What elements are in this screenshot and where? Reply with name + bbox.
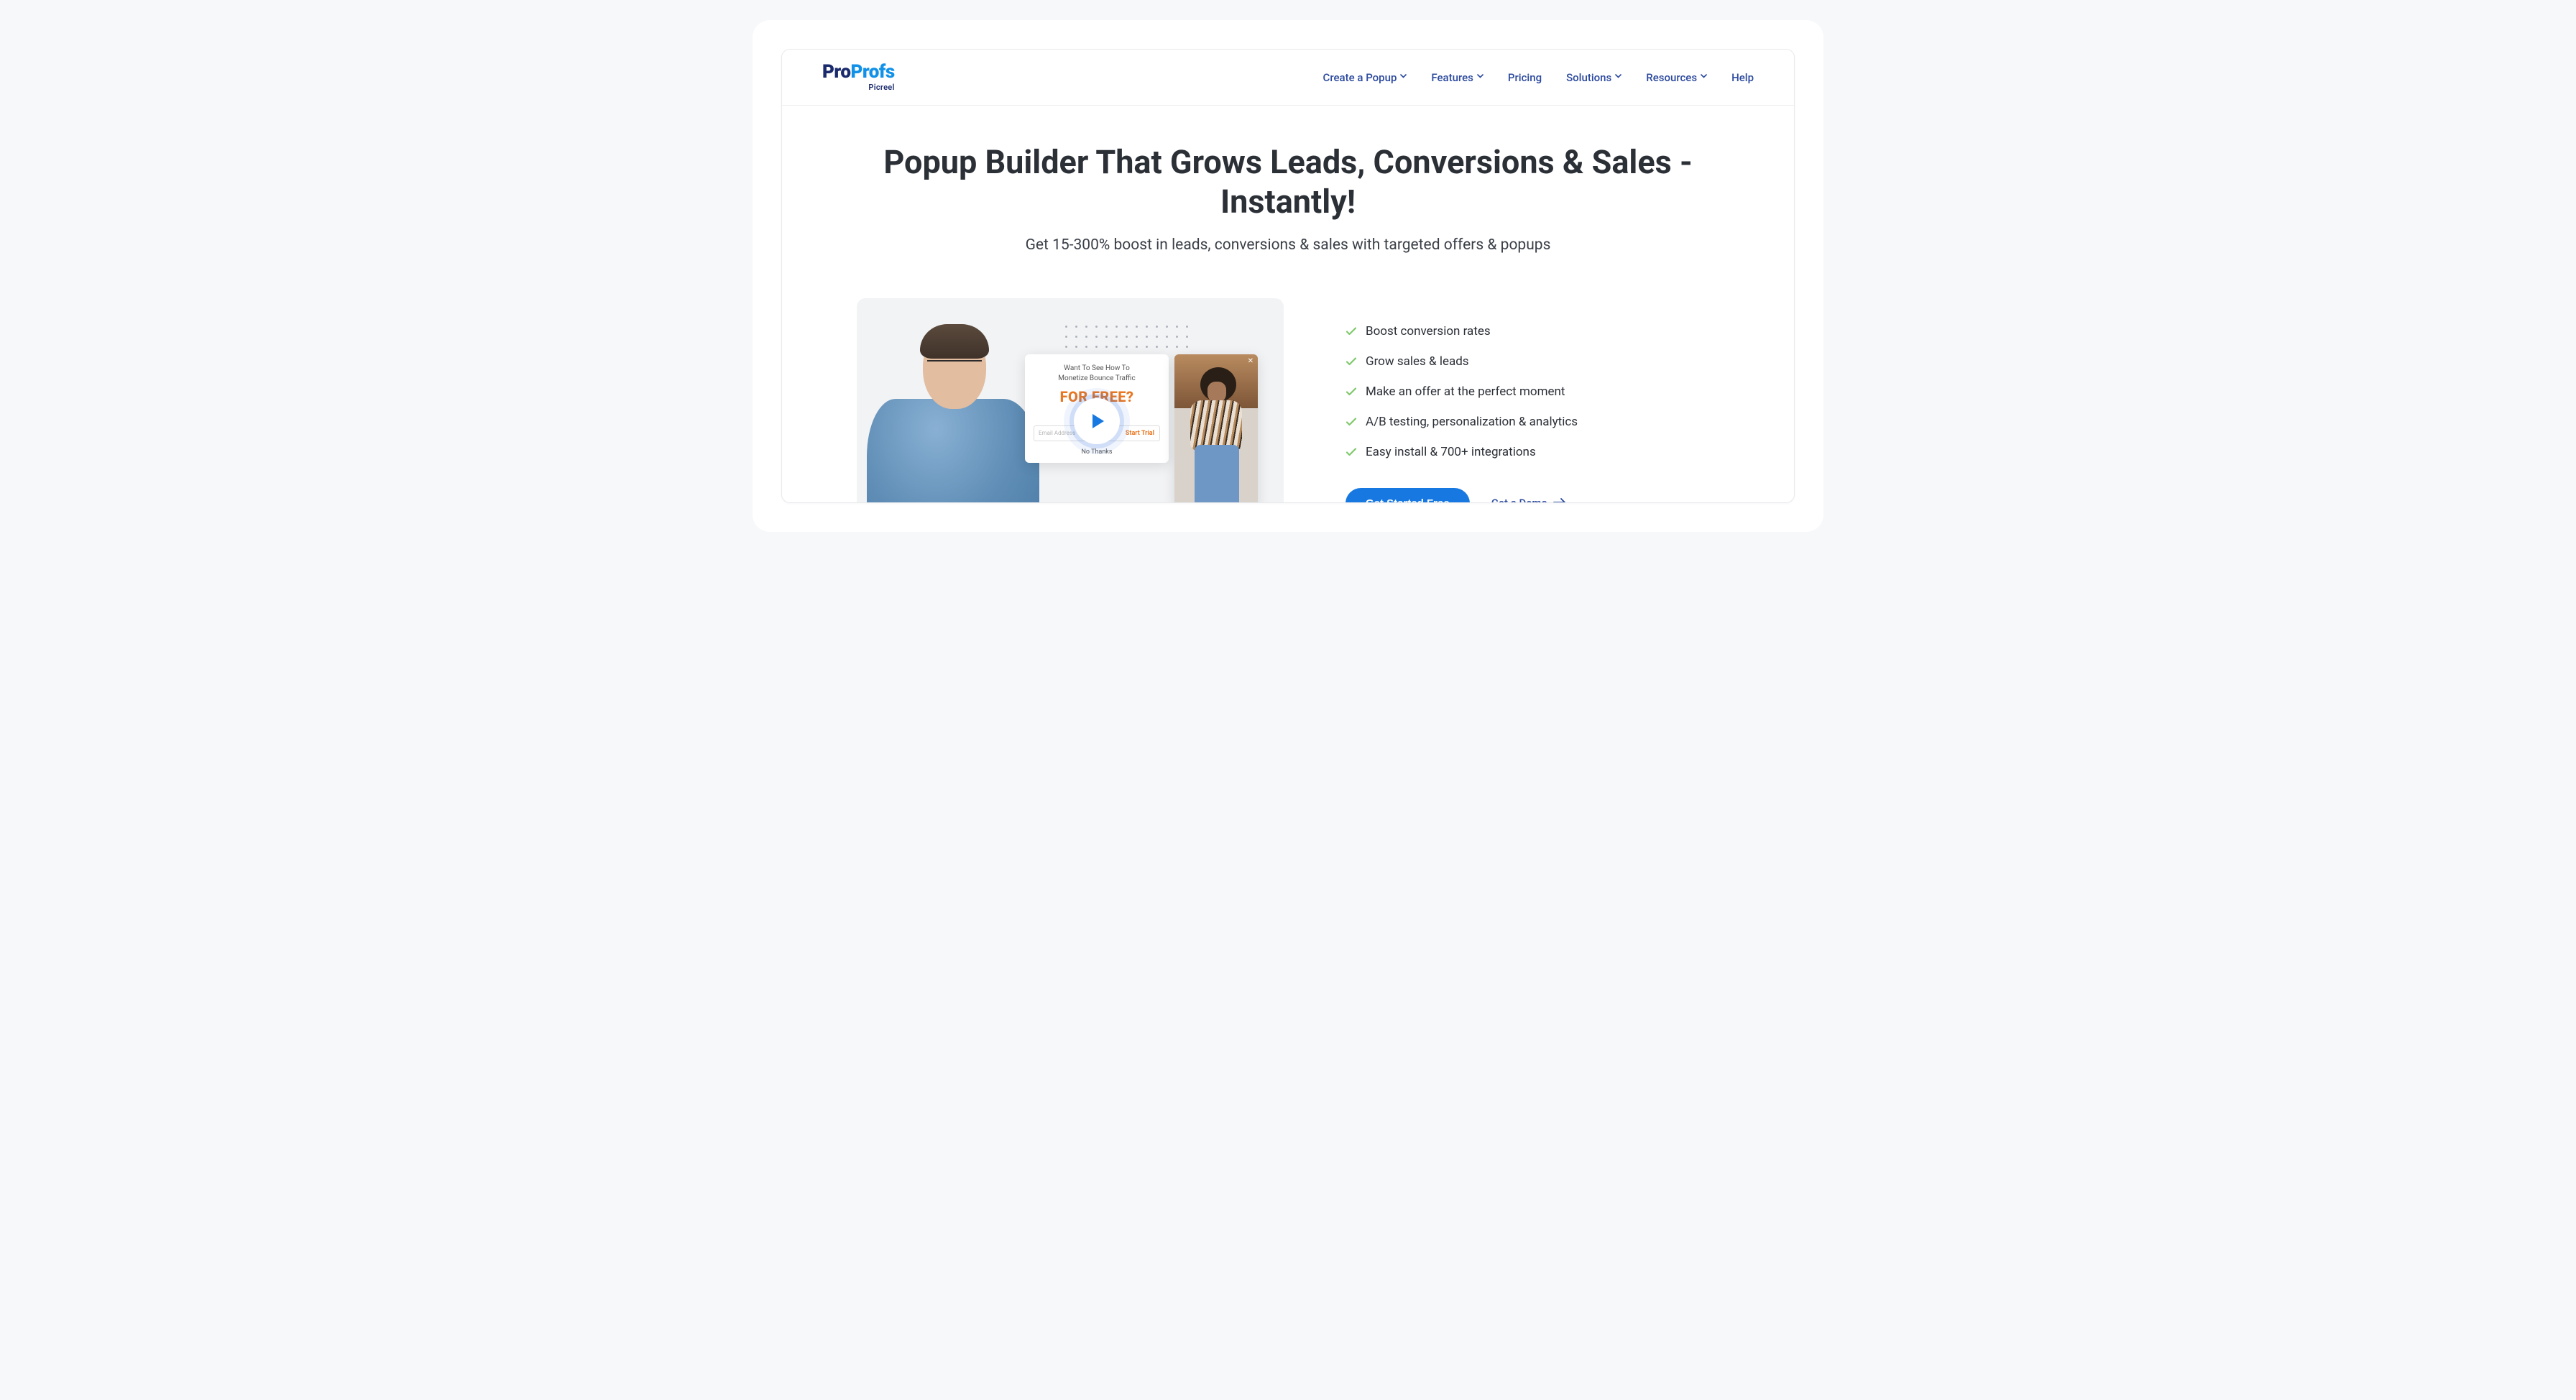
hero-title: Popup Builder That Grows Leads, Conversi… bbox=[816, 143, 1760, 222]
popup-line1: Want To See How To bbox=[1034, 364, 1160, 372]
nav-solutions[interactable]: Solutions bbox=[1566, 71, 1622, 84]
demo-label: Get a Demo bbox=[1491, 497, 1547, 502]
chevron-down-icon bbox=[1701, 74, 1707, 80]
play-icon[interactable] bbox=[1074, 398, 1120, 444]
nav-label: Pricing bbox=[1508, 71, 1542, 84]
feature-item: A/B testing, personalization & analytics bbox=[1346, 415, 1719, 429]
content-row: Want To See How To Monetize Bounce Traff… bbox=[782, 254, 1794, 502]
navbar: ProProfs Picreel Create a Popup Features… bbox=[782, 50, 1794, 106]
chevron-down-icon bbox=[1400, 74, 1407, 80]
check-icon bbox=[1346, 326, 1357, 337]
get-demo-link[interactable]: Get a Demo bbox=[1491, 497, 1566, 502]
popup-no-thanks: No Thanks bbox=[1034, 448, 1160, 456]
feature-item: Easy install & 700+ integrations bbox=[1346, 445, 1719, 459]
side-photo-card: ✕ bbox=[1174, 354, 1258, 502]
hero-subtitle: Get 15-300% boost in leads, conversions … bbox=[816, 236, 1760, 254]
logo-part-pro: Pro bbox=[822, 61, 850, 83]
nav-label: Solutions bbox=[1566, 71, 1611, 84]
feature-text: Easy install & 700+ integrations bbox=[1366, 445, 1536, 459]
check-icon bbox=[1346, 446, 1357, 458]
feature-item: Boost conversion rates bbox=[1346, 324, 1719, 339]
nav-help[interactable]: Help bbox=[1731, 71, 1754, 84]
chevron-down-icon bbox=[1477, 74, 1484, 80]
nav-create-popup[interactable]: Create a Popup bbox=[1323, 71, 1407, 84]
logo[interactable]: ProProfs Picreel bbox=[822, 63, 895, 92]
page-frame: ProProfs Picreel Create a Popup Features… bbox=[753, 20, 1823, 532]
logo-subbrand: Picreel bbox=[868, 83, 894, 92]
nav-features[interactable]: Features bbox=[1431, 71, 1483, 84]
feature-text: Boost conversion rates bbox=[1366, 324, 1491, 339]
feature-text: Grow sales & leads bbox=[1366, 354, 1469, 369]
popup-line2: Monetize Bounce Traffic bbox=[1034, 374, 1160, 382]
app-window: ProProfs Picreel Create a Popup Features… bbox=[781, 49, 1795, 503]
nav-resources[interactable]: Resources bbox=[1646, 71, 1707, 84]
feature-text: Make an offer at the perfect moment bbox=[1366, 384, 1565, 399]
cta-row: Get Started Free Get a Demo bbox=[1346, 488, 1719, 502]
feature-list: Boost conversion rates Grow sales & lead… bbox=[1346, 298, 1719, 502]
nav-label: Create a Popup bbox=[1323, 71, 1397, 84]
arrow-right-icon bbox=[1553, 497, 1566, 502]
check-icon bbox=[1346, 386, 1357, 397]
get-started-button[interactable]: Get Started Free bbox=[1346, 488, 1470, 502]
check-icon bbox=[1346, 356, 1357, 367]
feature-item: Make an offer at the perfect moment bbox=[1346, 384, 1719, 399]
chevron-down-icon bbox=[1615, 74, 1622, 80]
feature-item: Grow sales & leads bbox=[1346, 354, 1719, 369]
nav-label: Resources bbox=[1646, 71, 1697, 84]
hero-illustration[interactable]: Want To See How To Monetize Bounce Traff… bbox=[857, 298, 1284, 502]
nav-links: Create a Popup Features Pricing Solution… bbox=[1323, 71, 1754, 84]
person-illustration bbox=[867, 316, 1039, 502]
popup-preview-card: Want To See How To Monetize Bounce Traff… bbox=[1025, 354, 1169, 463]
nav-label: Features bbox=[1431, 71, 1473, 84]
logo-part-profs: Profs bbox=[850, 61, 894, 83]
nav-label: Help bbox=[1731, 71, 1754, 84]
close-icon: ✕ bbox=[1248, 357, 1254, 365]
logo-wordmark: ProProfs bbox=[822, 63, 895, 81]
hero: Popup Builder That Grows Leads, Conversi… bbox=[782, 106, 1794, 254]
feature-text: A/B testing, personalization & analytics bbox=[1366, 415, 1578, 429]
popup-start-trial: Start Trial bbox=[1121, 426, 1159, 441]
check-icon bbox=[1346, 416, 1357, 428]
nav-pricing[interactable]: Pricing bbox=[1508, 71, 1542, 84]
